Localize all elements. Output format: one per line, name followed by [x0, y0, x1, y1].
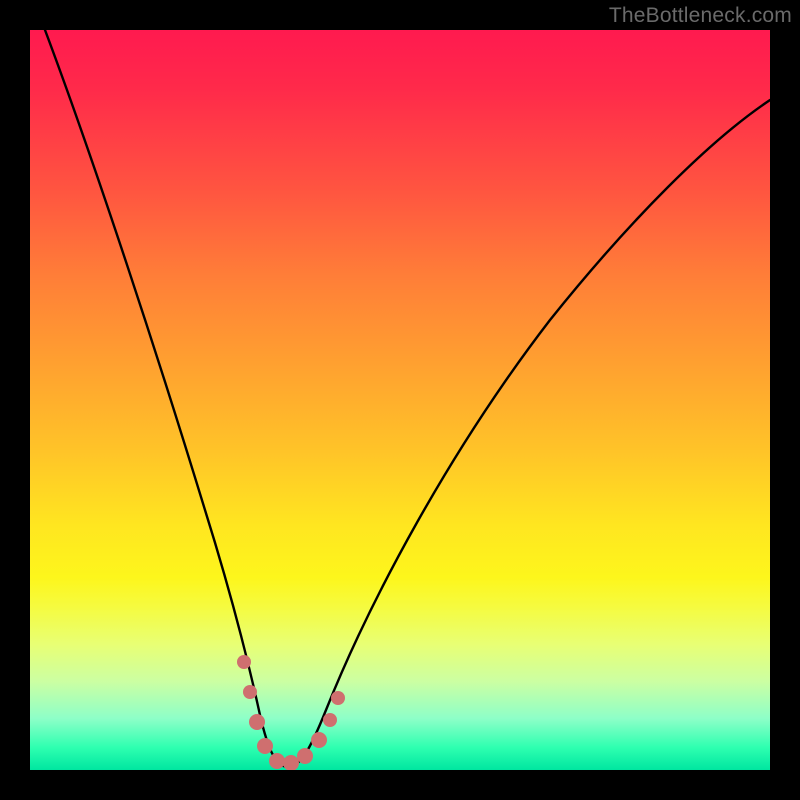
watermark-text: TheBottleneck.com [609, 4, 792, 28]
chart-frame: TheBottleneck.com [0, 0, 800, 800]
plot-area [30, 30, 770, 770]
trough-marker-dots [237, 655, 345, 770]
chart-svg [30, 30, 770, 770]
bottleneck-curve [45, 30, 770, 767]
